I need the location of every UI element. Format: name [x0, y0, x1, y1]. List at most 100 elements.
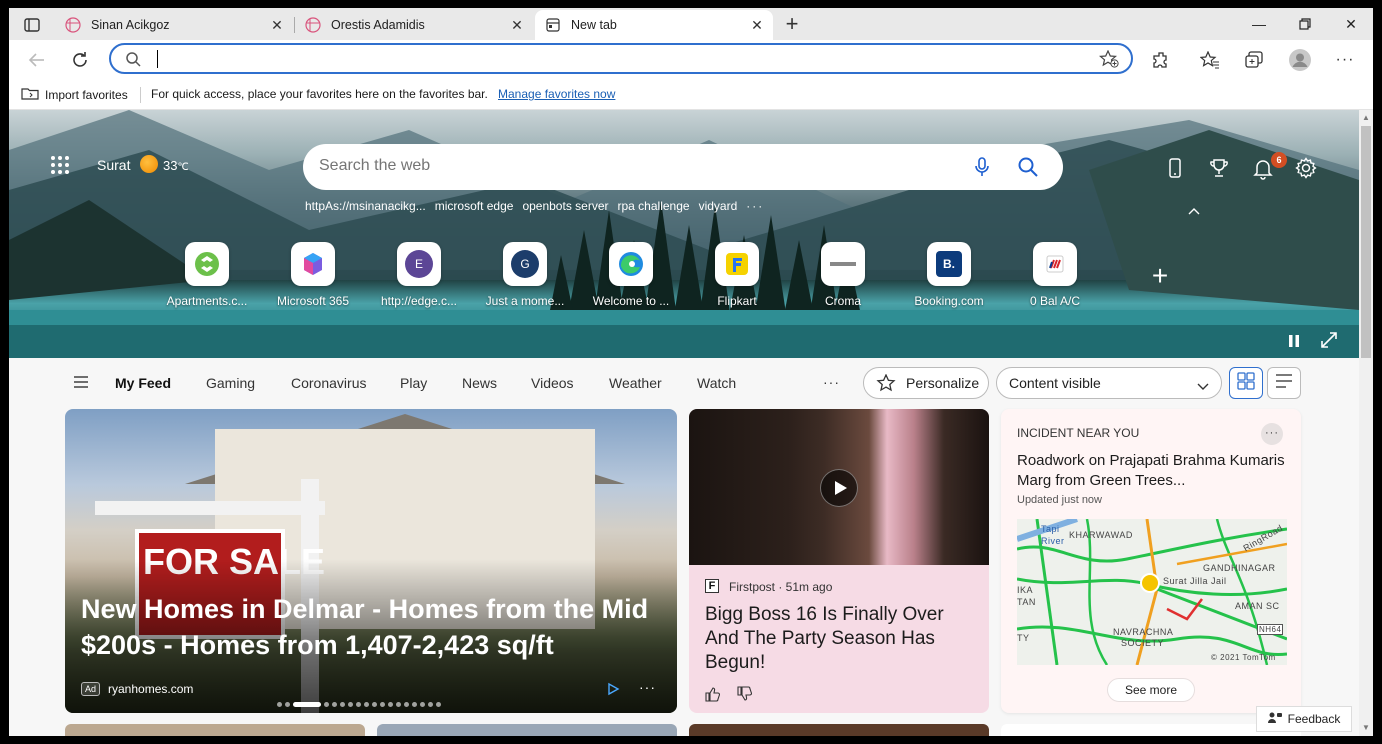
- new-tab-button[interactable]: +: [781, 13, 803, 36]
- suggestion-item[interactable]: microsoft edge: [435, 199, 514, 213]
- pause-background-icon[interactable]: [1287, 334, 1301, 348]
- suggestion-item[interactable]: rpa challenge: [618, 199, 690, 213]
- close-tab-icon[interactable]: ✕: [749, 17, 765, 33]
- import-favorites-button[interactable]: Import favorites: [21, 86, 128, 103]
- incident-card[interactable]: INCIDENT NEAR YOU ··· Roadwork on Prajap…: [1001, 409, 1301, 713]
- feedback-button[interactable]: Feedback: [1256, 706, 1352, 732]
- scroll-up-icon[interactable]: ▲: [1362, 114, 1370, 122]
- tab-orestis[interactable]: Orestis Adamidis ✕: [295, 10, 533, 40]
- tab-actions-icon[interactable]: [17, 14, 47, 36]
- video-news-card[interactable]: F Firstpost · 51m ago Bigg Boss 16 Is Fi…: [689, 409, 989, 713]
- quick-link-welcome[interactable]: Welcome to ...: [581, 242, 681, 308]
- more-feed-tabs-icon[interactable]: ···: [823, 374, 840, 390]
- page-settings-gear-icon[interactable]: [1294, 156, 1318, 180]
- carousel-indicator[interactable]: [277, 701, 441, 707]
- address-input[interactable]: [155, 49, 1055, 69]
- search-icon[interactable]: [1017, 156, 1039, 178]
- web-search-input[interactable]: [319, 157, 919, 175]
- add-favorite-icon[interactable]: [1099, 49, 1119, 68]
- see-more-button[interactable]: See more: [1107, 678, 1195, 702]
- extensions-icon[interactable]: [1149, 48, 1173, 72]
- favorites-icon[interactable]: [1198, 48, 1222, 72]
- manage-favorites-link[interactable]: Manage favorites now: [498, 87, 615, 101]
- minimize-icon[interactable]: —: [1247, 14, 1271, 34]
- quick-link-just-a-moment[interactable]: G Just a mome...: [475, 242, 575, 308]
- quick-link-croma[interactable]: Croma: [793, 242, 893, 308]
- grid-favicon-icon: [305, 17, 321, 33]
- quick-link-microsoft-365[interactable]: Microsoft 365: [263, 242, 363, 308]
- search-icon: [125, 51, 141, 67]
- web-search-box[interactable]: [303, 144, 1063, 190]
- next-row-card[interactable]: [65, 724, 365, 736]
- collections-icon[interactable]: [1242, 48, 1266, 72]
- traffic-map[interactable]: Tapi River KHARWAWAD RingRoad GANDHINAGA…: [1017, 519, 1287, 665]
- quick-link-label: http://edge.c...: [380, 294, 458, 308]
- microphone-icon[interactable]: [971, 156, 993, 178]
- hero-background: Surat 33℃ httpAs://msinanacikg... micros…: [9, 110, 1359, 358]
- close-tab-icon[interactable]: ✕: [509, 17, 525, 33]
- close-tab-icon[interactable]: ✕: [269, 17, 285, 33]
- play-video-icon[interactable]: [820, 469, 858, 507]
- scrollbar-thumb[interactable]: [1361, 126, 1371, 358]
- feed-tab-weather[interactable]: Weather: [609, 375, 662, 391]
- feed-tab-watch[interactable]: Watch: [697, 375, 736, 391]
- list-layout-icon: [1275, 373, 1293, 394]
- card-headline[interactable]: Roadwork on Prajapati Brahma Kumaris Mar…: [1017, 451, 1287, 491]
- tab-new-tab[interactable]: New tab ✕: [535, 10, 773, 40]
- ad-source[interactable]: ryanhomes.com: [108, 682, 193, 696]
- back-icon[interactable]: [25, 48, 49, 72]
- grid-layout-icon: [1237, 371, 1255, 395]
- feed-tab-coronavirus[interactable]: Coronavirus: [291, 375, 366, 391]
- settings-more-icon[interactable]: ···: [1333, 48, 1357, 72]
- suggestion-item[interactable]: openbots server: [522, 199, 608, 213]
- quick-link-booking[interactable]: B. Booking.com: [899, 242, 999, 308]
- card-kicker: INCIDENT NEAR YOU: [1017, 426, 1140, 440]
- quick-link-edge-c[interactable]: E http://edge.c...: [369, 242, 469, 308]
- next-row-card[interactable]: [689, 724, 989, 736]
- content-visibility-select[interactable]: Content visible: [996, 367, 1222, 399]
- list-layout-button[interactable]: [1267, 367, 1301, 399]
- feed-tab-play[interactable]: Play: [400, 375, 427, 391]
- quick-link-label: Welcome to ...: [592, 294, 670, 308]
- expand-background-icon[interactable]: [1321, 332, 1337, 348]
- thumbs-up-icon[interactable]: [705, 686, 721, 702]
- personalize-button[interactable]: Personalize: [863, 367, 989, 399]
- featured-ad-card[interactable]: FOR SALE New Homes in Delmar - Homes fro…: [65, 409, 677, 713]
- feed-tab-videos[interactable]: Videos: [531, 375, 574, 391]
- add-quick-link-button[interactable]: +: [1149, 262, 1171, 290]
- quick-link-bank[interactable]: 0 Bal A/C: [1005, 242, 1105, 308]
- weather-temp[interactable]: 33℃: [163, 158, 189, 173]
- rewards-trophy-icon[interactable]: [1207, 156, 1231, 180]
- tab-sinan[interactable]: Sinan Acikgoz ✕: [55, 10, 293, 40]
- ad-choices-icon[interactable]: [606, 682, 620, 696]
- more-suggestions-icon[interactable]: ···: [746, 199, 764, 213]
- feed-tab-my-feed[interactable]: My Feed: [115, 375, 171, 391]
- letter-g-icon: G: [503, 242, 547, 286]
- apps-grid-icon[interactable]: [51, 156, 69, 174]
- close-window-icon[interactable]: ✕: [1339, 14, 1363, 34]
- scroll-down-icon[interactable]: ▼: [1362, 724, 1370, 732]
- profile-avatar[interactable]: [1288, 48, 1312, 72]
- card-headline[interactable]: Bigg Boss 16 Is Finally Over And The Par…: [705, 603, 975, 675]
- suggestion-item[interactable]: vidyard: [699, 199, 738, 213]
- mobile-app-icon[interactable]: [1163, 156, 1187, 180]
- restore-icon[interactable]: [1293, 14, 1317, 34]
- card-more-options-icon[interactable]: ···: [1261, 423, 1283, 445]
- vertical-scrollbar[interactable]: ▲ ▼: [1359, 110, 1373, 736]
- thumbs-down-icon[interactable]: [737, 686, 753, 702]
- feed-tab-gaming[interactable]: Gaming: [206, 375, 255, 391]
- address-bar[interactable]: [109, 43, 1133, 74]
- grid-layout-button[interactable]: [1229, 367, 1263, 399]
- refresh-icon[interactable]: [68, 48, 92, 72]
- card-headline[interactable]: New Homes in Delmar - Homes from the Mid…: [81, 591, 671, 663]
- suggestion-item[interactable]: httpAs://msinanacikg...: [305, 199, 426, 213]
- hamburger-menu-icon[interactable]: [73, 375, 89, 389]
- quick-link-flipkart[interactable]: Flipkart: [687, 242, 787, 308]
- map-label: GANDHINAGAR: [1203, 563, 1276, 573]
- weather-city[interactable]: Surat: [97, 157, 130, 173]
- collapse-chevron-icon[interactable]: [1186, 204, 1202, 216]
- quick-link-apartments[interactable]: Apartments.c...: [157, 242, 257, 308]
- card-more-options-icon[interactable]: ···: [639, 679, 656, 695]
- next-row-card[interactable]: [377, 724, 677, 736]
- feed-tab-news[interactable]: News: [462, 375, 497, 391]
